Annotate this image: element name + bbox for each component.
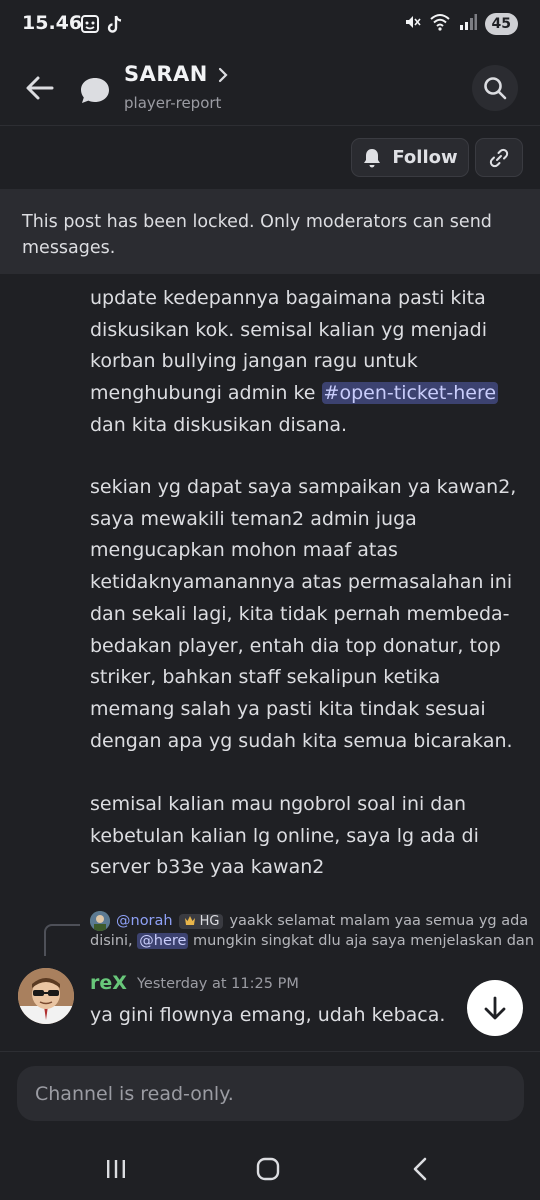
composer-placeholder: Channel is read-only.: [35, 1082, 234, 1105]
reply-avatar: [90, 911, 110, 931]
nav-back-icon: [413, 1157, 427, 1181]
follow-button[interactable]: Follow: [351, 138, 469, 177]
locked-post-banner: This post has been locked. Only moderato…: [0, 189, 540, 274]
chevron-right-icon[interactable]: [216, 64, 230, 90]
status-time: 15.46: [22, 12, 83, 34]
role-icon: [184, 916, 195, 925]
reply-preview[interactable]: @norah HG yaakk selamat malam yaa semua …: [90, 910, 528, 932]
message-timestamp: Yesterday at 11:25 PM: [137, 976, 299, 992]
message-paragraph-2: sekian yg dapat saya sampaikan ya kawan2…: [90, 476, 517, 752]
search-icon: [484, 77, 507, 100]
reply-connector-line: [44, 924, 80, 956]
bell-icon: [364, 148, 381, 167]
status-bar: 15.46 45: [0, 0, 540, 52]
follow-label: Follow: [392, 147, 458, 168]
recent-apps-button[interactable]: [96, 1154, 136, 1184]
message-paragraph-3: semisal kalian mau ngobrol soal ini dan …: [90, 793, 479, 879]
battery-indicator: 45: [484, 13, 518, 35]
link-icon: [489, 148, 509, 167]
back-arrow-icon: [26, 76, 54, 100]
reply-text: disini,: [90, 933, 138, 949]
message-text: ya gini flownya emang, udah kebaca.: [90, 1004, 446, 1026]
status-left-icons: [80, 14, 124, 38]
app-root: 15.46 45 SARAN player-report Follow This…: [0, 0, 540, 1200]
search-button[interactable]: [472, 65, 518, 111]
screenshot-icon: [80, 14, 100, 38]
signal-icon: [459, 13, 477, 35]
reply-author[interactable]: @norah: [116, 913, 173, 929]
channel-mention-link[interactable]: #open-ticket-here: [321, 382, 499, 405]
wifi-icon: [429, 13, 451, 35]
forum-thread-icon: [78, 74, 112, 108]
nav-back-button[interactable]: [400, 1154, 440, 1184]
reply-text: yaakk selamat malam yaa semua yg ada: [229, 913, 529, 929]
role-badge: HG: [178, 913, 224, 929]
here-mention[interactable]: @here: [137, 933, 189, 949]
message-text: dan kita diskusikan disana.: [90, 413, 348, 436]
copy-link-button[interactable]: [475, 138, 523, 177]
home-icon: [256, 1157, 280, 1181]
reply-preview-line-2: disini, @here mungkin singkat dlu aja sa…: [90, 933, 534, 949]
back-button[interactable]: [22, 70, 58, 106]
channel-title[interactable]: SARAN: [124, 62, 208, 86]
divider: [0, 1051, 540, 1052]
avatar[interactable]: [18, 968, 74, 1024]
recent-apps-icon: [107, 1160, 125, 1178]
tiktok-icon: [106, 14, 124, 38]
mute-icon: [403, 13, 421, 35]
status-right-icons: 45: [403, 13, 518, 35]
channel-header: SARAN player-report: [0, 52, 540, 126]
arrow-down-icon: [484, 996, 506, 1020]
read-only-composer: Channel is read-only.: [17, 1066, 524, 1121]
jump-to-bottom-button[interactable]: [467, 980, 523, 1036]
home-button[interactable]: [248, 1154, 288, 1184]
role-badge-label: HG: [199, 913, 220, 929]
message-paragraph-1: update kedepannya bagaimana pasti kita d…: [90, 283, 530, 442]
channel-subtitle: player-report: [124, 94, 222, 112]
message-author[interactable]: reX: [90, 972, 127, 994]
system-nav-bar: [0, 1140, 540, 1200]
reply-text: mungkin singkat dlu aja saya menjelaskan…: [188, 933, 535, 949]
